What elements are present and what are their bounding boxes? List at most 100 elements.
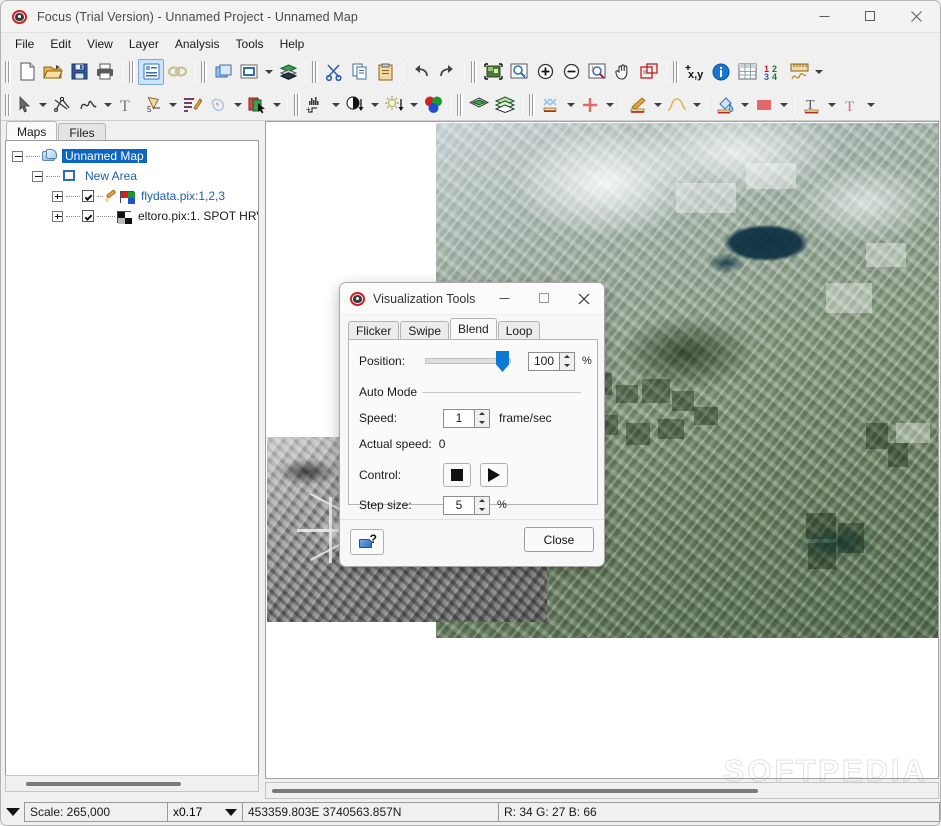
marker-style-dropdown-icon[interactable] [564, 92, 577, 118]
menu-view[interactable]: View [79, 34, 121, 55]
tree-expander-icon[interactable] [12, 150, 23, 162]
map-horizontal-scrollbar[interactable] [265, 782, 939, 799]
table-grid-icon[interactable] [734, 59, 760, 85]
edit-pencil-icon[interactable] [104, 188, 118, 203]
scrollbar-thumb[interactable] [272, 789, 758, 793]
toolbar-grip[interactable] [4, 93, 11, 116]
menu-layer[interactable]: Layer [121, 34, 167, 55]
zoom-1to1-icon[interactable]: 1 [584, 59, 610, 85]
fit-to-window-icon[interactable] [480, 59, 506, 85]
maximize-button[interactable] [847, 1, 893, 32]
cut-scissors-icon[interactable] [321, 59, 347, 85]
text-color-icon[interactable]: T [838, 92, 864, 118]
layers-icon[interactable] [275, 59, 301, 85]
brightness-icon[interactable] [381, 92, 407, 118]
spinner-down-icon[interactable] [560, 361, 574, 370]
menu-tools[interactable]: Tools [228, 34, 272, 55]
measure-pencil-dropdown-icon[interactable] [166, 92, 179, 118]
zoom-in-icon[interactable] [532, 59, 558, 85]
play-triangle-icon[interactable] [480, 463, 508, 487]
toolbar-grip[interactable] [456, 93, 463, 116]
chevron-down-icon[interactable] [2, 800, 24, 824]
new-file-icon[interactable] [14, 59, 40, 85]
spinner-down-icon[interactable] [475, 418, 489, 427]
line-style-dropdown-icon[interactable] [651, 92, 664, 118]
position-slider[interactable] [425, 351, 511, 372]
tree-label-flydata[interactable]: flydata.pix:1,2,3 [138, 189, 228, 203]
measure-dropdown-icon[interactable] [812, 59, 825, 85]
curve-style-icon[interactable] [664, 92, 690, 118]
tree-item-flydata[interactable]: flydata.pix:1,2,3 [6, 186, 258, 206]
dialog-close-button[interactable] [564, 283, 604, 314]
menu-help[interactable]: Help [272, 34, 313, 55]
position-value-input[interactable]: 100 [528, 351, 560, 371]
copy-icon[interactable] [347, 59, 373, 85]
single-layer-icon[interactable] [466, 92, 492, 118]
layer-visibility-checkbox[interactable] [82, 190, 94, 202]
contrast-dropdown-icon[interactable] [368, 92, 381, 118]
toolbar-grip[interactable] [672, 60, 679, 83]
map-properties-icon[interactable] [138, 58, 164, 85]
tree-item-unnamed-map[interactable]: Unnamed Map [6, 146, 258, 166]
toolbar-grip[interactable] [293, 93, 300, 116]
xy-coordinate-icon[interactable]: x,y [682, 59, 708, 85]
tab-flicker[interactable]: Flicker [348, 321, 400, 339]
numbers-1234-icon[interactable]: 1234 [760, 59, 786, 85]
undo-arrow-icon[interactable] [408, 59, 434, 85]
toolbar-grip[interactable] [528, 93, 535, 116]
toolbar-grip[interactable] [4, 60, 11, 83]
sidebar-horizontal-scrollbar[interactable] [5, 775, 259, 792]
multi-layer-icon[interactable] [492, 92, 518, 118]
tree-label-eltoro[interactable]: eltoro.pix:1. SPOT HRV1 Panchrn [135, 209, 258, 223]
zoom-out-icon[interactable] [558, 59, 584, 85]
line-style-icon[interactable] [625, 92, 651, 118]
histogram-dropdown-icon[interactable] [329, 92, 342, 118]
redo-arrow-icon[interactable] [434, 59, 460, 85]
tab-loop[interactable]: Loop [497, 321, 541, 339]
print-icon[interactable] [92, 59, 118, 85]
status-zoom[interactable]: x0.17 [167, 802, 243, 822]
new-map-icon[interactable] [210, 59, 236, 85]
tab-swipe[interactable]: Swipe [400, 321, 450, 339]
plus-marker-icon[interactable] [577, 92, 603, 118]
position-spinner[interactable] [560, 351, 575, 371]
text-color-dropdown-icon[interactable] [864, 92, 877, 118]
curve-style-dropdown-icon[interactable] [690, 92, 703, 118]
new-area-icon[interactable] [236, 59, 262, 85]
zoom-tool-icon[interactable] [506, 59, 532, 85]
toolbar-grip[interactable] [311, 60, 318, 83]
overview-icon[interactable] [636, 59, 662, 85]
text-style-dropdown-icon[interactable] [825, 92, 838, 118]
help-book-icon[interactable]: ? [350, 529, 384, 555]
spinner-down-icon[interactable] [475, 505, 489, 514]
menu-file[interactable]: File [7, 34, 42, 55]
fill-color-dropdown-icon[interactable] [777, 92, 790, 118]
toolbar-grip[interactable] [200, 60, 207, 83]
spinner-up-icon[interactable] [475, 410, 489, 419]
dialog-minimize-button[interactable] [484, 283, 524, 314]
close-button[interactable] [893, 1, 939, 32]
select-arrow-icon[interactable] [14, 92, 36, 118]
pan-hand-icon[interactable] [610, 59, 636, 85]
visualization-tools-dialog[interactable]: Visualization Tools Flicker Swipe Blend … [339, 282, 605, 567]
fill-style-dropdown-icon[interactable] [738, 92, 751, 118]
toolbar-grip[interactable] [470, 60, 477, 83]
layer-visibility-checkbox[interactable] [82, 210, 94, 222]
speed-spinner[interactable] [475, 408, 490, 428]
minimize-button[interactable] [801, 1, 847, 32]
layer-tree[interactable]: Unnamed Map New Area flydata.pix:1,2,3 e… [5, 140, 259, 791]
step-size-spinner[interactable] [475, 495, 490, 515]
menu-analysis[interactable]: Analysis [167, 34, 228, 55]
crosshair-icon[interactable] [538, 92, 564, 118]
save-floppy-icon[interactable] [66, 59, 92, 85]
info-icon[interactable] [708, 59, 734, 85]
brightness-dropdown-icon[interactable] [407, 92, 420, 118]
histogram-tool-icon[interactable]: + [303, 92, 329, 118]
rgb-balls-icon[interactable] [420, 92, 446, 118]
speed-value-input[interactable]: 1 [443, 408, 475, 428]
color-swatch-icon[interactable] [751, 92, 777, 118]
layer-select-dropdown-icon[interactable] [270, 92, 283, 118]
chevron-down-icon[interactable] [220, 808, 242, 816]
spinner-up-icon[interactable] [560, 353, 574, 362]
tab-files[interactable]: Files [58, 123, 106, 141]
